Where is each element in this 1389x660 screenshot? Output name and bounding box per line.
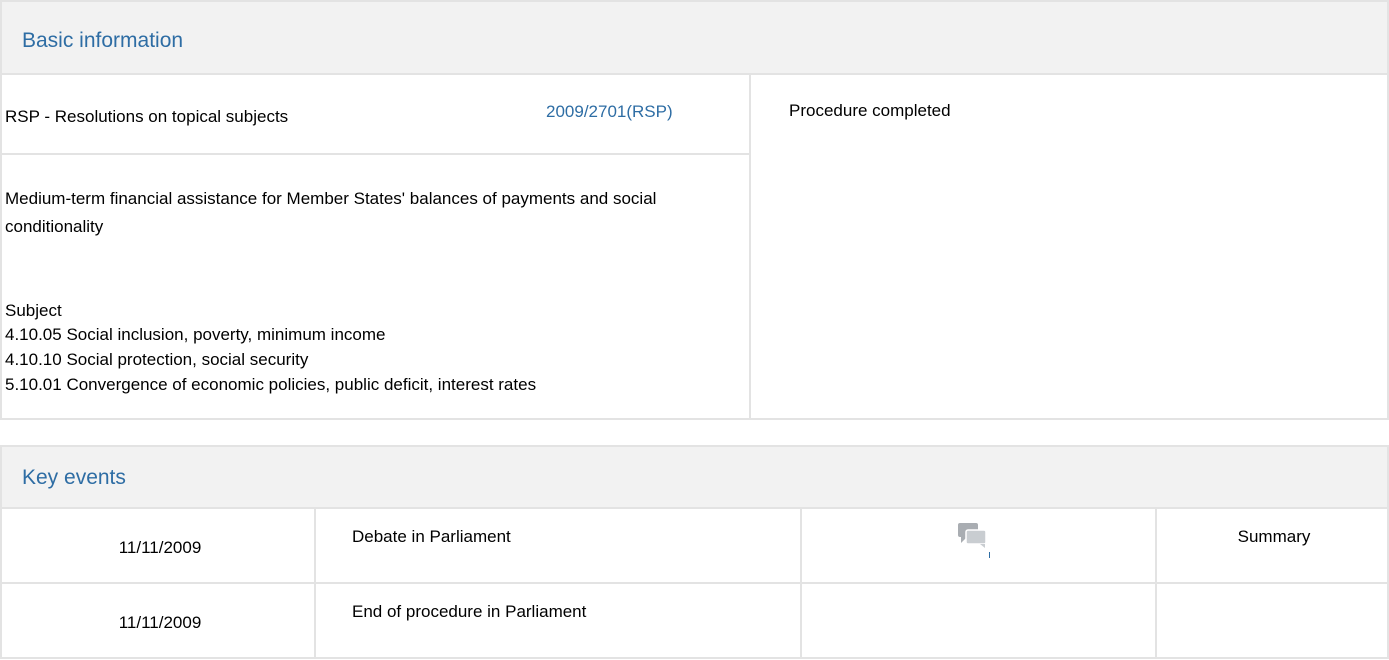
event-icon-cell bbox=[800, 582, 1157, 659]
event-summary-cell: Summary bbox=[1155, 507, 1389, 584]
event-summary-cell bbox=[1155, 582, 1389, 659]
basic-information-panel: Basic information RSP - Resolutions on t… bbox=[0, 0, 1389, 420]
debate-link-marker[interactable] bbox=[989, 552, 990, 558]
table-row: 11/11/2009 Debate in Parliament Summary bbox=[0, 507, 1389, 584]
event-icon-cell bbox=[800, 507, 1157, 584]
subject-list: 4.10.05 Social inclusion, poverty, minim… bbox=[5, 322, 536, 397]
event-date-cell: 11/11/2009 bbox=[0, 582, 316, 659]
procedure-title: Medium-term financial assistance for Mem… bbox=[5, 189, 657, 236]
event-date-cell: 11/11/2009 bbox=[0, 507, 316, 584]
procedure-status-cell: Procedure completed bbox=[749, 73, 1389, 420]
debate-speech-bubbles-icon[interactable] bbox=[958, 523, 988, 554]
basic-information-header: Basic information bbox=[0, 0, 1389, 75]
subject-label: Subject bbox=[5, 301, 62, 320]
key-events-panel: Key events 11/11/2009 Debate in Parliame… bbox=[0, 445, 1389, 660]
procedure-type: RSP - Resolutions on topical subjects bbox=[5, 107, 289, 126]
event-description-cell: End of procedure in Parliament bbox=[314, 582, 802, 659]
table-row: 11/11/2009 End of procedure in Parliamen… bbox=[0, 582, 1389, 659]
procedure-status: Procedure completed bbox=[789, 101, 951, 120]
procedure-reference-link[interactable]: 2009/2701(RSP) bbox=[546, 102, 673, 122]
subject-item: 5.10.01 Convergence of economic policies… bbox=[5, 375, 537, 394]
event-date: 11/11/2009 bbox=[118, 613, 202, 632]
subject-item: 4.10.10 Social protection, social securi… bbox=[5, 350, 309, 369]
subject-item: 4.10.05 Social inclusion, poverty, minim… bbox=[5, 325, 386, 344]
procedure-title-cell: Medium-term financial assistance for Mem… bbox=[0, 153, 751, 420]
key-events-header: Key events bbox=[0, 445, 1389, 509]
summary-link[interactable]: Summary bbox=[1157, 527, 1389, 547]
event-description-cell: Debate in Parliament bbox=[314, 507, 802, 584]
event-description: End of procedure in Parliament bbox=[352, 602, 587, 621]
event-description: Debate in Parliament bbox=[352, 527, 511, 546]
procedure-type-cell: RSP - Resolutions on topical subjects 20… bbox=[0, 73, 751, 155]
event-date: 11/11/2009 bbox=[118, 538, 202, 557]
